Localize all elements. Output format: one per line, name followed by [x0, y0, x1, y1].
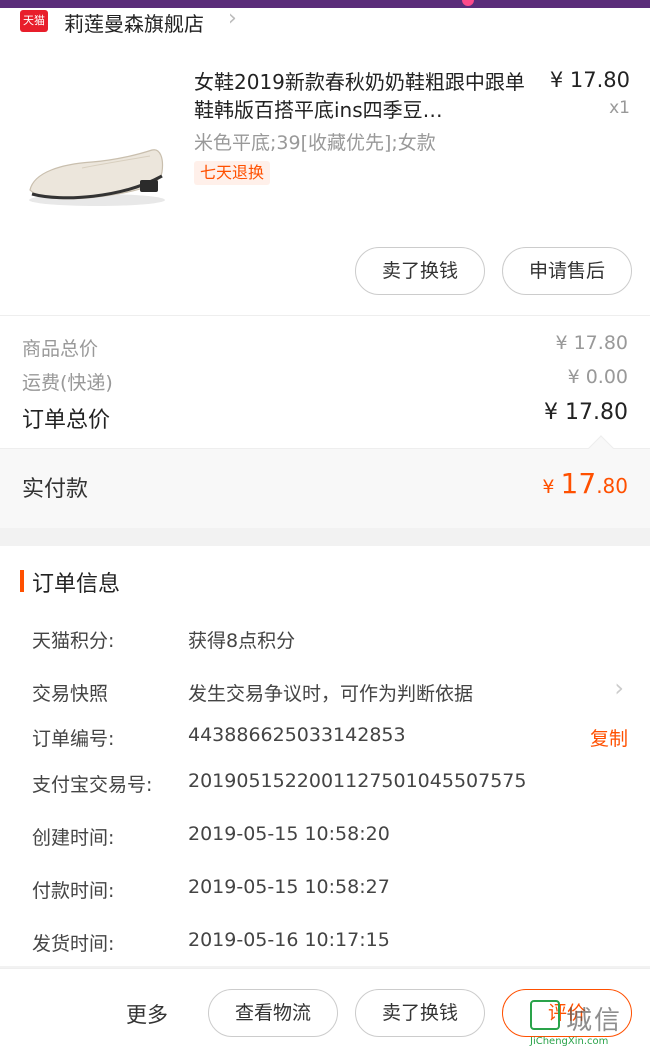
paid-amount: ¥ 17.80	[542, 467, 628, 500]
snapshot-value[interactable]: 发生交易争议时，可作为判断依据	[188, 679, 473, 706]
product-thumbnail[interactable]	[22, 102, 172, 222]
paid-time-value: 2019-05-15 10:58:27	[188, 876, 390, 898]
after-sale-button[interactable]: 申请售后	[502, 247, 632, 295]
paid-currency: ¥	[542, 476, 561, 498]
product-quantity: x1	[609, 98, 630, 118]
alipay-trade-label: 支付宝交易号:	[32, 774, 153, 796]
watermark: 城信 JiChengXin.com	[530, 1000, 650, 1053]
shop-header[interactable]: 天猫 莉莲曼森旗舰店 ›	[0, 8, 650, 50]
order-number-value: 443886625033142853	[188, 724, 406, 746]
alipay-trade-value: 2019051522001127501045507575	[188, 770, 527, 792]
watermark-logo-icon	[530, 1000, 560, 1030]
tmall-logo-icon: 天猫	[20, 10, 48, 32]
watermark-text: 城信	[566, 1006, 623, 1036]
order-info-section: 订单信息 天猫积分: 获得8点积分 交易快照 发生交易争议时，可作为判断依据 ›…	[0, 546, 650, 966]
chevron-right-icon[interactable]: ›	[614, 674, 624, 702]
shipped-time-label: 发货时间:	[32, 933, 115, 955]
shipping-label: 运费(快递)	[22, 372, 113, 394]
copy-order-number-button[interactable]: 复制	[590, 724, 628, 751]
goods-total-label: 商品总价	[22, 338, 99, 360]
order-total-label: 订单总价	[22, 408, 111, 433]
product-price: ¥ 17.80	[549, 68, 630, 92]
points-value: 获得8点积分	[188, 630, 296, 652]
paid-amount-section: 实付款 ¥ 17.80	[0, 435, 650, 528]
price-summary: 商品总价 ¥ 17.80 运费(快递) ¥ 0.00 订单总价 ¥ 17.80	[0, 315, 650, 448]
product-card: 女鞋2019新款春秋奶奶鞋粗跟中跟单鞋韩版百搭平底ins四季豆… ¥ 17.80…	[0, 50, 650, 315]
shop-name[interactable]: 莉莲曼森旗舰店	[64, 8, 204, 37]
paid-time-label: 付款时间:	[32, 880, 115, 902]
order-info-title: 订单信息	[32, 572, 121, 597]
paid-integer: 17	[560, 467, 597, 500]
view-logistics-button[interactable]: 查看物流	[208, 989, 338, 1037]
created-time-label: 创建时间:	[32, 827, 115, 849]
order-number-label: 订单编号:	[32, 728, 115, 750]
points-label: 天猫积分:	[32, 630, 115, 652]
product-title[interactable]: 女鞋2019新款春秋奶奶鞋粗跟中跟单鞋韩版百搭平底ins四季豆…	[194, 68, 534, 124]
more-button[interactable]: 更多	[126, 999, 168, 1029]
snapshot-label[interactable]: 交易快照	[32, 679, 108, 706]
section-accent-bar	[20, 570, 24, 592]
status-strip	[0, 0, 650, 8]
goods-total-value: ¥ 17.80	[555, 332, 628, 354]
created-time-value: 2019-05-15 10:58:20	[188, 823, 390, 845]
paid-decimal: .80	[596, 474, 628, 498]
shipping-value: ¥ 0.00	[567, 366, 628, 388]
product-spec: 米色平底;39[收藏优先];女款	[194, 132, 436, 154]
return-policy-badge: 七天退换	[194, 161, 271, 185]
order-total-value: ¥ 17.80	[544, 400, 628, 425]
sell-for-cash-button[interactable]: 卖了换钱	[355, 989, 485, 1037]
watermark-subtext: JiChengXin.com	[530, 1036, 609, 1047]
chevron-right-icon[interactable]: ›	[228, 8, 248, 30]
paid-label: 实付款	[22, 477, 89, 502]
shipped-time-value: 2019-05-16 10:17:15	[188, 929, 390, 951]
sell-for-cash-button[interactable]: 卖了换钱	[355, 247, 485, 295]
